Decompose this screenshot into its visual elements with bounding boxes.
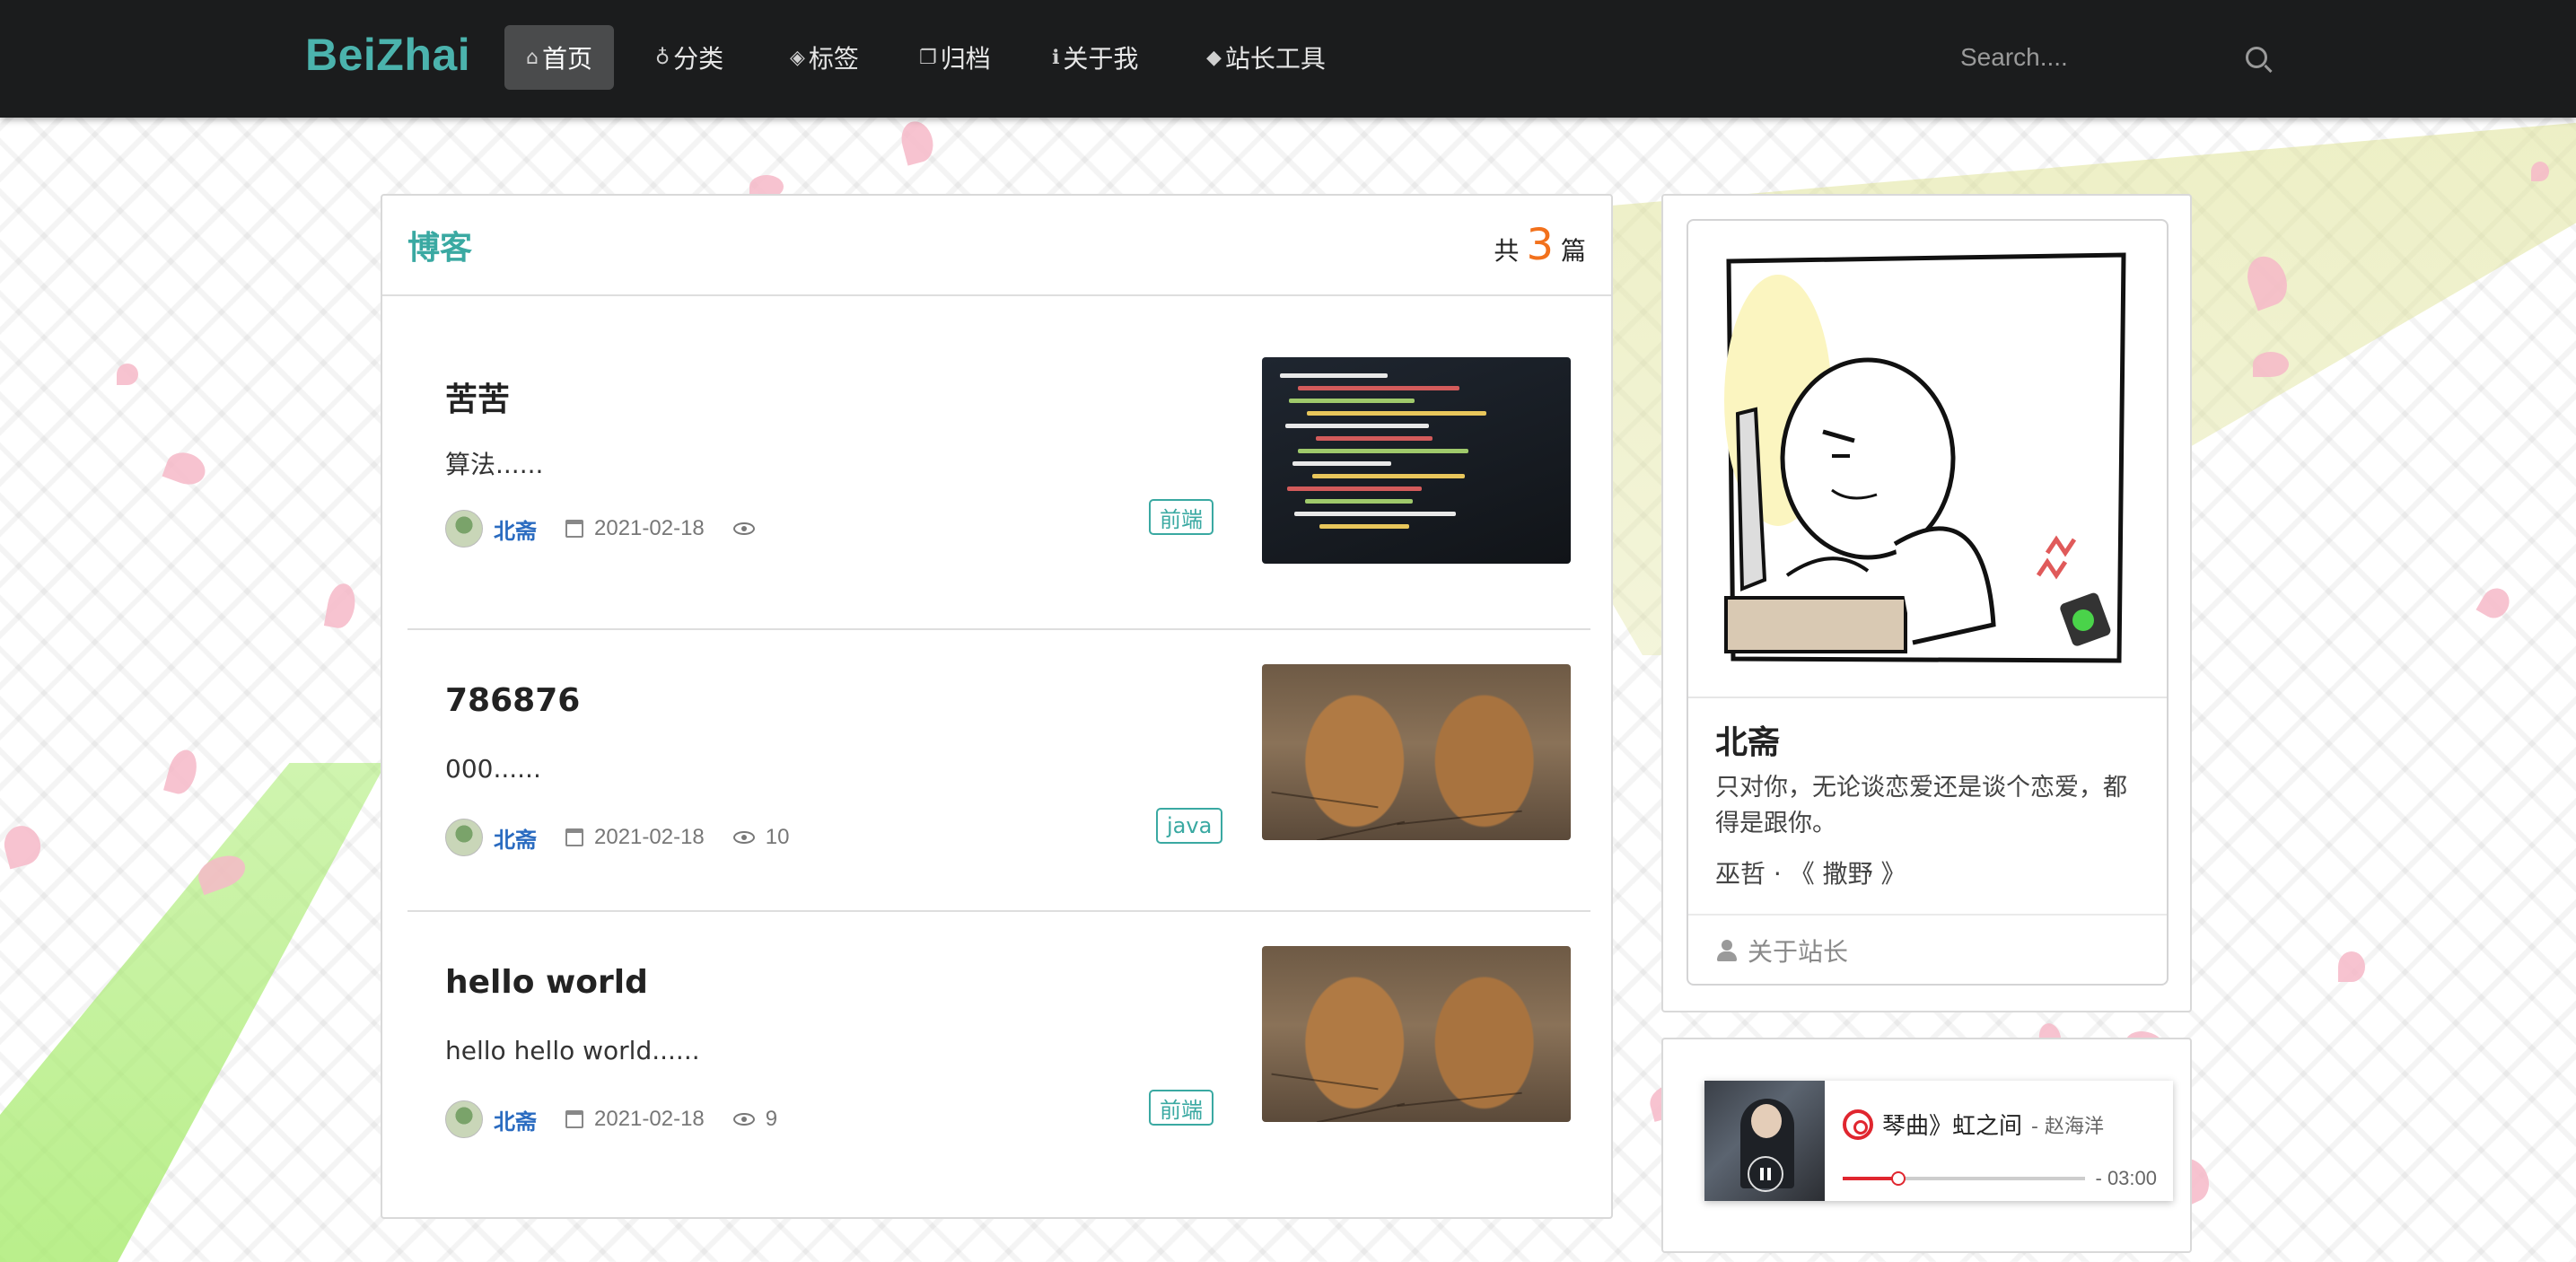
- tags-icon: ◈: [790, 46, 805, 69]
- top-navbar: BeiZhai ⌂ 首页 ♁ 分类 ◈ 标签 ❐ 归档 ℹ 关于我 ◆ 站长工具…: [0, 0, 2576, 118]
- post-title[interactable]: 786876: [445, 682, 580, 719]
- search-box[interactable]: Search....: [1939, 31, 2289, 84]
- petal-decoration: [162, 447, 210, 490]
- calendar-icon: [565, 1110, 583, 1128]
- progress-knob[interactable]: [1890, 1171, 1906, 1186]
- post-meta: 北斋 2021-02-18 9: [445, 1100, 777, 1138]
- post-date: 2021-02-18: [594, 825, 705, 849]
- calendar-icon: [565, 828, 583, 846]
- post-title[interactable]: hello world: [445, 964, 648, 1001]
- site-brand[interactable]: BeiZhai: [305, 29, 470, 81]
- tag-icon: ◆: [1206, 46, 1222, 69]
- home-icon: ⌂: [526, 46, 539, 69]
- nav-home[interactable]: ⌂ 首页: [504, 25, 614, 90]
- post-item[interactable]: 苦苦 算法...... 北斋 2021-02-18 前端: [407, 311, 1590, 589]
- post-tag[interactable]: java: [1156, 808, 1223, 844]
- petal-decoration: [117, 364, 138, 385]
- blog-title: 博客: [407, 230, 473, 267]
- nav-label: 关于我: [1063, 44, 1139, 74]
- post-title[interactable]: 苦苦: [445, 373, 510, 420]
- song-time: - 03:00: [2095, 1167, 2158, 1189]
- petal-decoration: [163, 746, 201, 798]
- song-title: 琴曲》虹之间: [1882, 1113, 2023, 1140]
- nav-label: 分类: [673, 44, 724, 74]
- petal-decoration: [2475, 583, 2515, 624]
- clone-icon: ❐: [919, 46, 937, 69]
- post-views: 10: [765, 825, 790, 849]
- sidebar-panel: 北斋 只对你，无论谈恋爱还是谈个恋爱，都得是跟你。 巫哲 · 《 撒野 》 关于…: [1661, 194, 2192, 1012]
- music-player[interactable]: 琴曲》虹之间 - 赵海洋 - 03:00: [1704, 1081, 2173, 1201]
- petal-decoration: [897, 118, 938, 166]
- profile-quote: 巫哲 · 《 撒野 》: [1715, 859, 1906, 889]
- nav-label: 站长工具: [1224, 44, 1326, 74]
- profile-name: 北斋: [1715, 724, 1781, 761]
- decorative-ribbon: [0, 763, 386, 1262]
- search-input[interactable]: Search....: [1960, 43, 2068, 72]
- eye-icon: [732, 831, 755, 844]
- petal-decoration: [2531, 162, 2549, 181]
- post-thumbnail-feet[interactable]: [1262, 946, 1571, 1122]
- lightbulb-icon: ♁: [655, 46, 670, 69]
- profile-card: 北斋 只对你，无论谈恋爱还是谈个恋爱，都得是跟你。 巫哲 · 《 撒野 》 关于…: [1687, 219, 2169, 986]
- nav-archive[interactable]: ❐ 归档: [898, 25, 1012, 90]
- post-excerpt: 算法......: [445, 450, 544, 479]
- count-suffix: 篇: [1560, 236, 1586, 266]
- post-item[interactable]: hello world hello hello world...... 北斋 2…: [407, 901, 1590, 1179]
- eye-icon: [732, 1113, 755, 1126]
- user-icon: [1717, 940, 1737, 961]
- post-thumbnail-code[interactable]: [1262, 357, 1571, 564]
- player-info: 琴曲》虹之间 - 赵海洋 - 03:00: [1825, 1081, 2173, 1201]
- post-author[interactable]: 北斋: [494, 822, 537, 854]
- avatar: [445, 1100, 483, 1138]
- blog-header: 博客 共 3 篇: [382, 196, 1611, 296]
- post-meta: 北斋 2021-02-18 10: [445, 819, 789, 856]
- avatar: [445, 510, 483, 548]
- nav-label: 标签: [808, 44, 859, 74]
- avatar: [445, 819, 483, 856]
- post-item[interactable]: 786876 000...... 北斋 2021-02-18 10 java: [407, 619, 1590, 898]
- petal-decoration: [2253, 352, 2289, 377]
- calendar-icon: [565, 520, 583, 538]
- eye-icon: [732, 522, 755, 535]
- netease-music-icon: [1843, 1109, 1873, 1140]
- about-owner-label: 关于站长: [1748, 937, 1849, 967]
- nav-categories[interactable]: ♁ 分类: [634, 25, 745, 90]
- post-date: 2021-02-18: [594, 1107, 705, 1131]
- post-excerpt: hello hello world......: [445, 1036, 700, 1065]
- album-cover: [1704, 1081, 1825, 1201]
- profile-illustration: [1688, 221, 2167, 698]
- info-icon: ℹ: [1052, 46, 1060, 69]
- search-icon[interactable]: [2246, 47, 2267, 68]
- about-owner-link[interactable]: 关于站长: [1688, 914, 2167, 984]
- progress-bar[interactable]: [1843, 1171, 2085, 1186]
- post-excerpt: 000......: [445, 754, 541, 784]
- post-author[interactable]: 北斋: [494, 1104, 537, 1135]
- post-meta: 北斋 2021-02-18: [445, 510, 766, 548]
- post-date: 2021-02-18: [594, 516, 705, 540]
- pause-button[interactable]: [1748, 1156, 1783, 1192]
- profile-description: 只对你，无论谈恋爱还是谈个恋爱，都得是跟你。: [1715, 774, 2127, 837]
- post-tag[interactable]: 前端: [1149, 1090, 1214, 1126]
- post-tag[interactable]: 前端: [1149, 499, 1214, 535]
- nav-about[interactable]: ℹ 关于我: [1030, 25, 1160, 90]
- petal-decoration: [2338, 951, 2365, 982]
- nav-label: 归档: [940, 44, 991, 74]
- blog-panel: 博客 共 3 篇 苦苦 算法...... 北斋 2021-02-18 前端 78…: [381, 194, 1613, 1219]
- count-prefix: 共: [1494, 236, 1520, 266]
- post-thumbnail-feet[interactable]: [1262, 664, 1571, 840]
- progress-fill: [1843, 1177, 1898, 1180]
- petal-decoration: [323, 581, 359, 631]
- petal-decoration: [0, 821, 46, 870]
- song-row: 琴曲》虹之间 - 赵海洋: [1843, 1108, 2157, 1141]
- post-author[interactable]: 北斋: [494, 513, 537, 545]
- progress-row: - 03:00: [1843, 1167, 2157, 1190]
- nav-tags[interactable]: ◈ 标签: [768, 25, 881, 90]
- post-views: 9: [765, 1107, 778, 1131]
- nav-label: 首页: [541, 44, 592, 74]
- song-artist: - 赵海洋: [2031, 1115, 2104, 1138]
- post-count: 共 3 篇: [1494, 220, 1586, 270]
- count-number: 3: [1526, 220, 1554, 270]
- nav-tools[interactable]: ◆ 站长工具: [1185, 25, 1347, 90]
